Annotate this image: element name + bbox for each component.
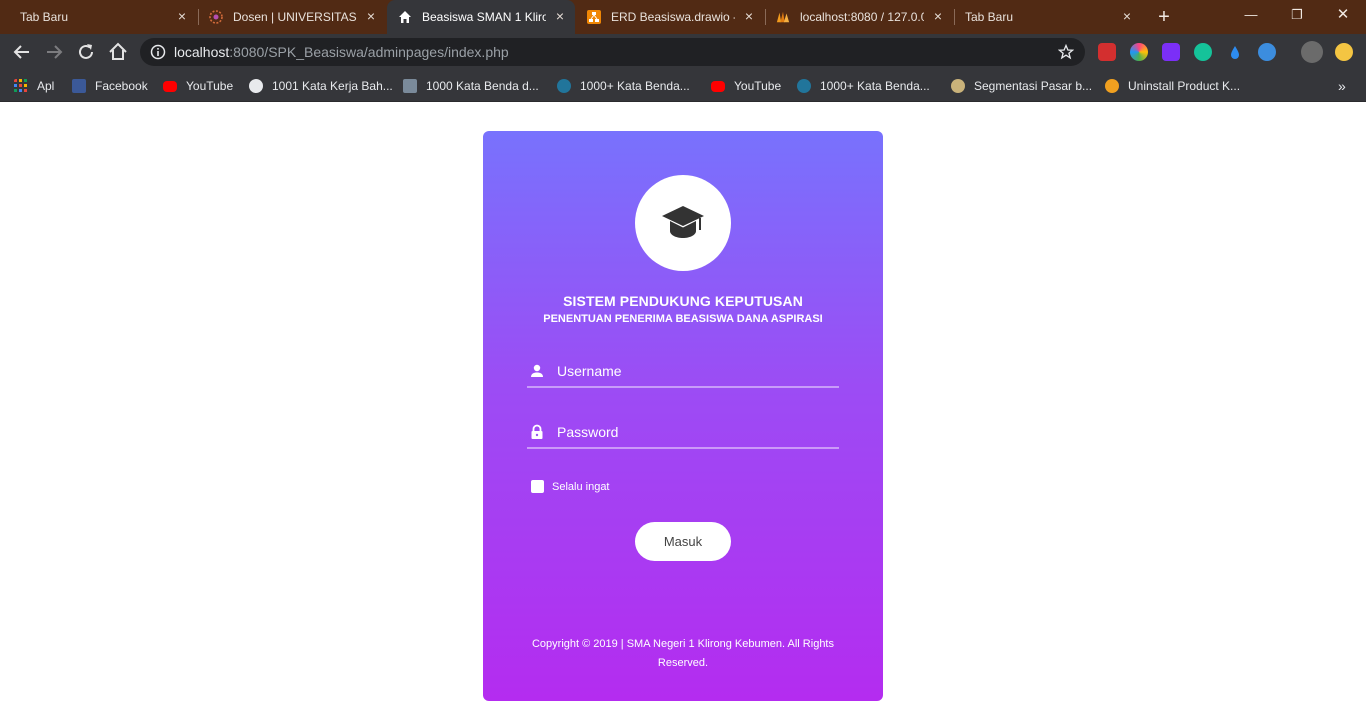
reload-icon[interactable] xyxy=(74,40,98,64)
tab-title: Dosen | UNIVERSITAS A xyxy=(233,10,357,24)
bookmark-label: Segmentasi Pasar b... xyxy=(974,79,1093,93)
profile-extension-icon[interactable] xyxy=(1335,43,1353,61)
avatar[interactable] xyxy=(1301,41,1323,63)
graduation-cap-icon xyxy=(662,206,704,238)
bookmark-youtube[interactable]: YouTube xyxy=(163,77,233,95)
infinity-extension-icon[interactable] xyxy=(1258,43,1276,61)
close-icon[interactable]: × xyxy=(553,9,567,23)
wordpress-icon xyxy=(557,79,571,93)
forward-arrow-icon[interactable] xyxy=(42,40,66,64)
login-button[interactable]: Masuk xyxy=(635,522,731,561)
close-icon[interactable]: × xyxy=(175,9,189,23)
remember-me[interactable]: Selalu ingat xyxy=(531,480,610,493)
password-field[interactable] xyxy=(527,421,839,449)
user-icon xyxy=(531,364,543,377)
university-favicon-icon xyxy=(209,10,223,24)
bookmark-uninstall[interactable]: Uninstall Product K... xyxy=(1105,77,1240,95)
adblock-plus-icon[interactable] xyxy=(1098,43,1116,61)
globe-icon xyxy=(249,79,263,93)
logo-circle xyxy=(635,175,731,271)
tab-erd-drawio[interactable]: ERD Beasiswa.drawio - d × xyxy=(577,0,763,34)
url-text: localhost:8080/SPK_Beasiswa/adminpages/i… xyxy=(174,45,509,59)
youtube-icon xyxy=(163,80,177,92)
username-input[interactable] xyxy=(557,361,827,381)
drawio-icon xyxy=(587,10,601,24)
close-icon[interactable]: × xyxy=(1120,9,1134,23)
bookmark-label: Apl xyxy=(37,79,55,93)
browser-titlebar: Tab Baru × Dosen | UNIVERSITAS A × Beasi… xyxy=(0,0,1366,34)
bookmark-star-icon[interactable] xyxy=(1058,44,1074,60)
bookmark-kata-benda-wp-2[interactable]: 1000+ Kata Benda... xyxy=(797,77,930,95)
grammarly-icon[interactable] xyxy=(1194,43,1212,61)
bookmark-label: YouTube xyxy=(186,79,234,93)
url-path: :8080/SPK_Beasiswa/adminpages/index.php xyxy=(229,44,509,60)
browser-toolbar: localhost:8080/SPK_Beasiswa/adminpages/i… xyxy=(0,34,1366,70)
tab-title: Tab Baru xyxy=(20,10,69,24)
bookmarks-overflow-button[interactable]: » xyxy=(1338,77,1346,95)
lock-icon xyxy=(531,424,543,439)
new-tab-button[interactable]: + xyxy=(1152,0,1176,34)
url-host: localhost xyxy=(174,44,230,60)
tab-beasiswa[interactable]: Beasiswa SMAN 1 Kliron × xyxy=(387,0,575,34)
bookmark-apps[interactable]: Apl xyxy=(14,77,54,95)
tab-tab-baru-2[interactable]: Tab Baru × xyxy=(955,0,1141,34)
bookmark-label: Facebook xyxy=(95,79,148,93)
tab-title: Tab Baru xyxy=(965,10,1014,24)
bookmark-kata-kerja[interactable]: 1001 Kata Kerja Bah... xyxy=(249,77,393,95)
username-field[interactable] xyxy=(527,360,839,388)
close-icon[interactable]: × xyxy=(364,9,378,23)
back-arrow-icon[interactable] xyxy=(10,40,34,64)
page-subtitle: PENENTUAN PENERIMA BEASISWA DANA ASPIRAS… xyxy=(543,313,823,325)
bookmark-youtube-2[interactable]: YouTube xyxy=(711,77,781,95)
address-bar[interactable]: localhost:8080/SPK_Beasiswa/adminpages/i… xyxy=(140,38,1085,66)
remember-checkbox[interactable] xyxy=(531,480,544,493)
facebook-icon xyxy=(72,79,86,93)
login-card: SISTEM PENDUKUNG KEPUTUSAN PENENTUAN PEN… xyxy=(483,131,883,701)
minimize-button[interactable]: — xyxy=(1228,0,1274,34)
bookmark-segmentasi[interactable]: Segmentasi Pasar b... xyxy=(951,77,1092,95)
site-icon xyxy=(1105,79,1119,93)
restore-button[interactable]: ❐ xyxy=(1274,0,1320,34)
remember-label: Selalu ingat xyxy=(552,480,610,493)
tab-title: Beasiswa SMAN 1 Kliron xyxy=(422,10,546,24)
bookmark-label: 1000+ Kata Benda... xyxy=(580,79,690,93)
tab-title: localhost:8080 / 127.0.0 xyxy=(800,10,924,24)
bookmark-label: Uninstall Product K... xyxy=(1128,79,1241,93)
copyright-text: Copyright © 2019 | SMA Negeri 1 Klirong … xyxy=(531,638,834,669)
drop-extension-icon[interactable] xyxy=(1226,43,1244,61)
bookmark-kata-benda-wp[interactable]: 1000+ Kata Benda... xyxy=(557,77,690,95)
tab-title: ERD Beasiswa.drawio - d xyxy=(611,10,735,24)
tab-tab-baru[interactable]: Tab Baru × xyxy=(0,0,196,34)
tab-dosen[interactable]: Dosen | UNIVERSITAS A × xyxy=(199,0,385,34)
tab-phpmyadmin[interactable]: localhost:8080 / 127.0.0 × xyxy=(766,0,952,34)
window-close-button[interactable]: ✕ xyxy=(1320,0,1366,34)
site-icon xyxy=(403,79,417,93)
password-input[interactable] xyxy=(557,422,827,442)
info-icon[interactable] xyxy=(150,44,166,60)
close-icon[interactable]: × xyxy=(742,9,756,23)
phpmyadmin-icon xyxy=(776,11,790,23)
bookmark-label: 1000+ Kata Benda... xyxy=(820,79,930,93)
color-picker-extension-icon[interactable] xyxy=(1130,43,1148,61)
bookmark-label: YouTube xyxy=(734,79,782,93)
home-icon xyxy=(399,11,411,23)
bookmarks-bar: Apl Facebook YouTube 1001 Kata Kerja Bah… xyxy=(0,70,1366,102)
close-icon[interactable]: × xyxy=(931,9,945,23)
bookmark-kata-benda[interactable]: 1000 Kata Benda d... xyxy=(403,77,539,95)
bookmark-facebook[interactable]: Facebook xyxy=(72,77,148,95)
site-icon xyxy=(951,79,965,93)
apps-grid-icon xyxy=(14,79,27,92)
bookmark-label: 1001 Kata Kerja Bah... xyxy=(272,79,393,93)
youtube-icon xyxy=(711,80,725,92)
bookmark-label: 1000 Kata Benda d... xyxy=(426,79,539,93)
page-title: SISTEM PENDUKUNG KEPUTUSAN xyxy=(563,293,803,309)
home-icon[interactable] xyxy=(106,40,130,64)
extension-purple-icon[interactable] xyxy=(1162,43,1180,61)
wordpress-icon xyxy=(797,79,811,93)
